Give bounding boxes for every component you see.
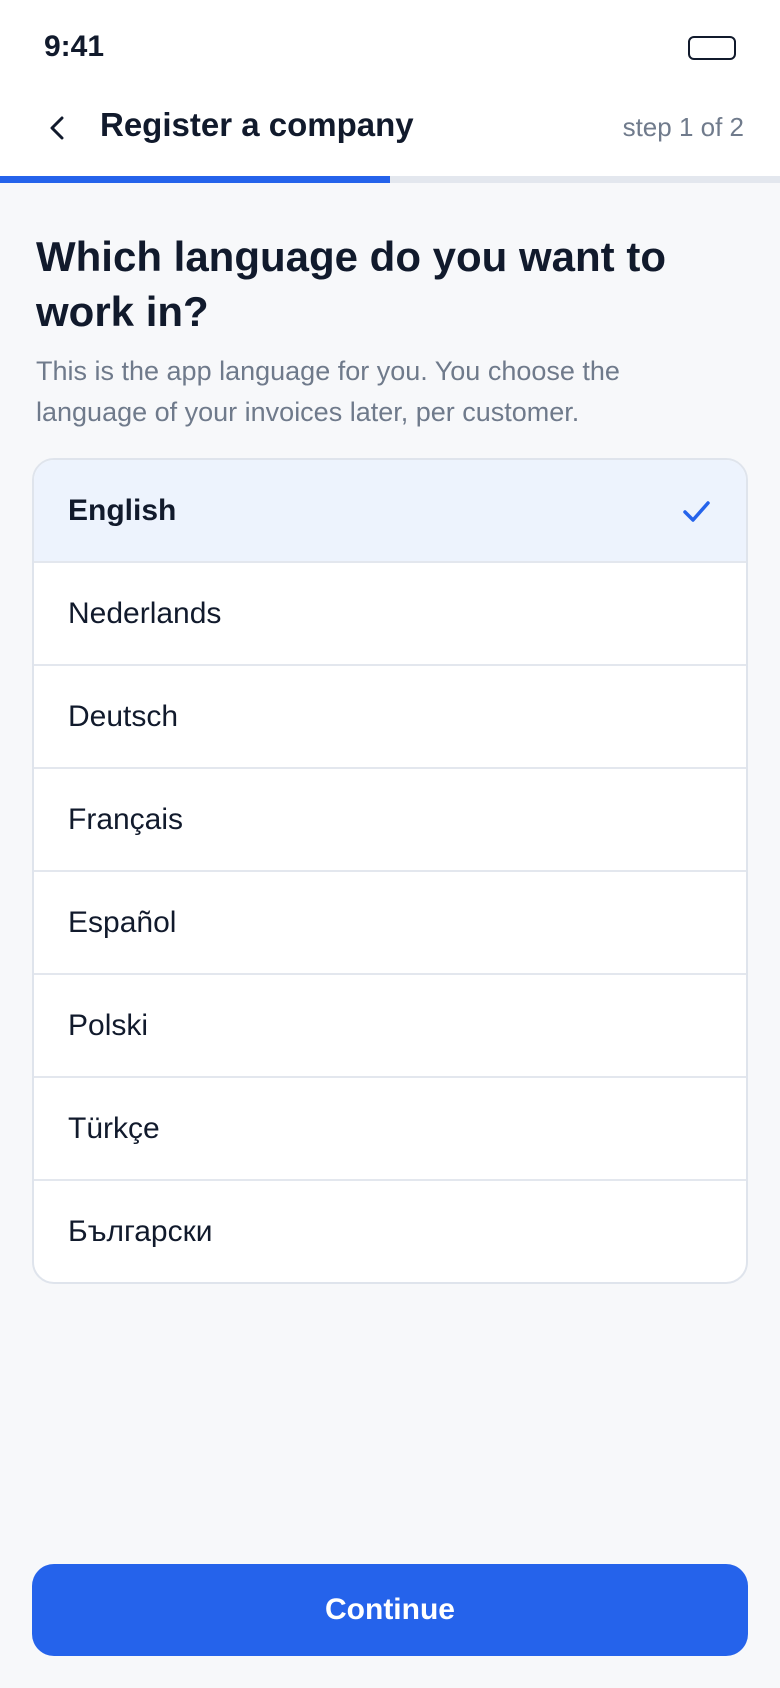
language-label: Nederlands — [68, 596, 222, 630]
step-indicator: step 1 of 2 — [622, 112, 744, 142]
language-option[interactable]: Türkçe — [34, 1076, 746, 1179]
language-list: English Nederlands Deutsch Français Espa… — [32, 458, 748, 1284]
battery-icon — [688, 36, 736, 60]
page-title: Register a company — [100, 106, 414, 143]
question-heading: Which language do you want to work in? — [36, 233, 666, 335]
language-option[interactable]: Deutsch — [34, 664, 746, 767]
chevron-left-icon — [50, 116, 64, 140]
language-label: English — [68, 493, 177, 527]
continue-button[interactable]: Continue — [32, 1564, 748, 1656]
language-label: Polski — [68, 1008, 149, 1042]
language-label: Български — [68, 1214, 213, 1248]
language-option[interactable]: Español — [34, 870, 746, 973]
language-option[interactable]: English — [34, 460, 746, 561]
back-button[interactable] — [34, 104, 82, 152]
language-option[interactable]: Nederlands — [34, 561, 746, 664]
language-label: Türkçe — [68, 1111, 160, 1145]
question-subtitle: This is the app language for you. You ch… — [36, 356, 620, 427]
progress-fill — [0, 176, 390, 183]
status-bar: 9:41 — [0, 0, 780, 90]
progress-bar — [0, 176, 780, 183]
status-time: 9:41 — [44, 30, 105, 63]
language-option[interactable]: Polski — [34, 973, 746, 1076]
language-option[interactable]: Български — [34, 1179, 746, 1282]
language-label: Deutsch — [68, 699, 179, 733]
header: Register a company step 1 of 2 — [0, 90, 780, 176]
checkmark-icon — [683, 500, 710, 522]
language-label: Español — [68, 905, 177, 939]
language-option[interactable]: Français — [34, 767, 746, 870]
language-label: Français — [68, 802, 184, 836]
